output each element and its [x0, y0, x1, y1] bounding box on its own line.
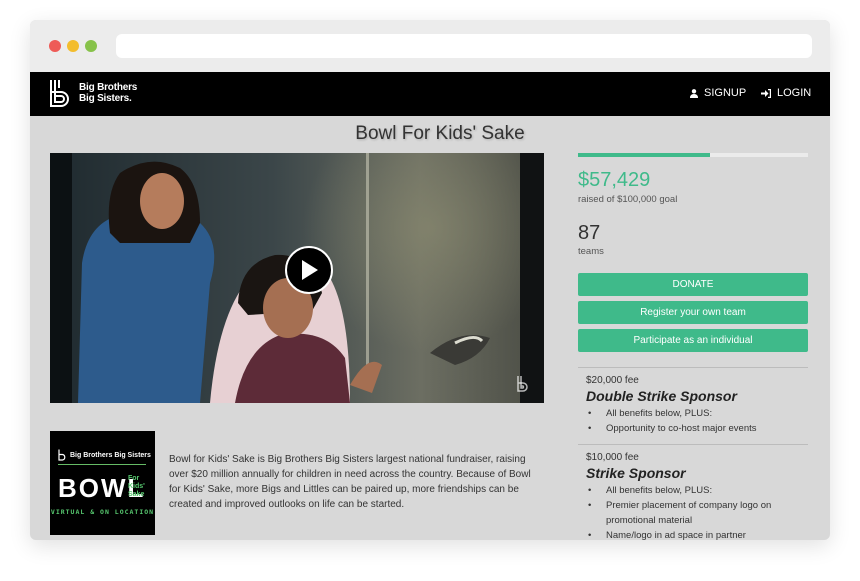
benefit-item: Premier placement of company logo on pro… — [586, 498, 808, 528]
bowl-logo-brand: Big Brothers Big Sisters — [58, 449, 151, 461]
sponsor-benefits: All benefits below, PLUS: Premier placem… — [586, 483, 808, 540]
bowl-for-kids-sake-logo: Big Brothers Big Sisters BOWL For Kids' … — [50, 431, 155, 535]
sign-in-icon — [761, 88, 771, 98]
participate-individual-button[interactable]: Participate as an individual — [578, 329, 808, 352]
benefit-item: All benefits below, PLUS: — [586, 483, 808, 498]
minimize-window-button[interactable] — [67, 40, 79, 52]
bbbs-logo[interactable]: Big Brothers Big Sisters. — [48, 78, 158, 110]
bowl-logo-brand-text: Big Brothers Big Sisters — [70, 451, 151, 459]
user-icon — [690, 88, 698, 98]
sponsor-benefits: All benefits below, PLUS: Opportunity to… — [586, 406, 808, 436]
benefit-item: Name/logo in ad space in partner — [586, 528, 808, 540]
bowl-logo-subtitle: For Kids' Sake — [128, 475, 145, 498]
sponsor-fee: $10,000 fee — [586, 452, 639, 463]
teams-count: 87 — [578, 222, 601, 244]
top-navigation: Big Brothers Big Sisters. SIGNUP LOGIN — [30, 72, 830, 116]
benefit-item: Opportunity to co-host major events — [586, 421, 808, 436]
sponsor-tier: $10,000 fee Strike Sponsor All benefits … — [578, 444, 808, 540]
teams-label: teams — [578, 246, 604, 257]
page-title: Bowl For Kids' Sake — [355, 123, 525, 144]
bowl-logo-divider — [58, 464, 146, 465]
donate-button[interactable]: DONATE — [578, 273, 808, 296]
signup-link[interactable]: SIGNUP — [690, 87, 746, 99]
bbbs-logo-icon — [50, 80, 69, 107]
fundraising-progress-bar — [578, 153, 808, 157]
login-link[interactable]: LOGIN — [761, 87, 811, 99]
browser-chrome — [30, 20, 830, 72]
logo-text: Big Brothers Big Sisters. — [79, 82, 138, 104]
bowl-logo-tagline: VIRTUAL & ON LOCATION — [50, 508, 155, 516]
play-icon — [302, 260, 318, 280]
amount-raised: $57,429 — [578, 169, 651, 191]
video-player[interactable] — [50, 153, 544, 403]
close-window-button[interactable] — [49, 40, 61, 52]
goal-text: raised of $100,000 goal — [578, 194, 678, 205]
login-label: LOGIN — [777, 87, 812, 99]
sponsor-name: Strike Sponsor — [586, 465, 686, 481]
maximize-window-button[interactable] — [85, 40, 97, 52]
sponsor-name: Double Strike Sponsor — [586, 388, 737, 404]
bbbs-watermark-icon — [517, 376, 528, 392]
play-button[interactable] — [285, 246, 333, 294]
signup-label: SIGNUP — [704, 87, 747, 99]
sponsor-fee: $20,000 fee — [586, 375, 639, 386]
sponsor-tier: $20,000 fee Double Strike Sponsor All be… — [578, 367, 808, 436]
register-team-button[interactable]: Register your own team — [578, 301, 808, 324]
benefit-item: All benefits below, PLUS: — [586, 406, 808, 421]
event-description: Bowl for Kids' Sake is Big Brothers Big … — [169, 454, 531, 510]
bbbs-small-logo-icon — [58, 449, 66, 461]
address-bar[interactable] — [116, 34, 812, 58]
progress-bar-fill — [578, 153, 711, 157]
browser-window: Big Brothers Big Sisters. SIGNUP LOGIN B… — [30, 20, 830, 540]
